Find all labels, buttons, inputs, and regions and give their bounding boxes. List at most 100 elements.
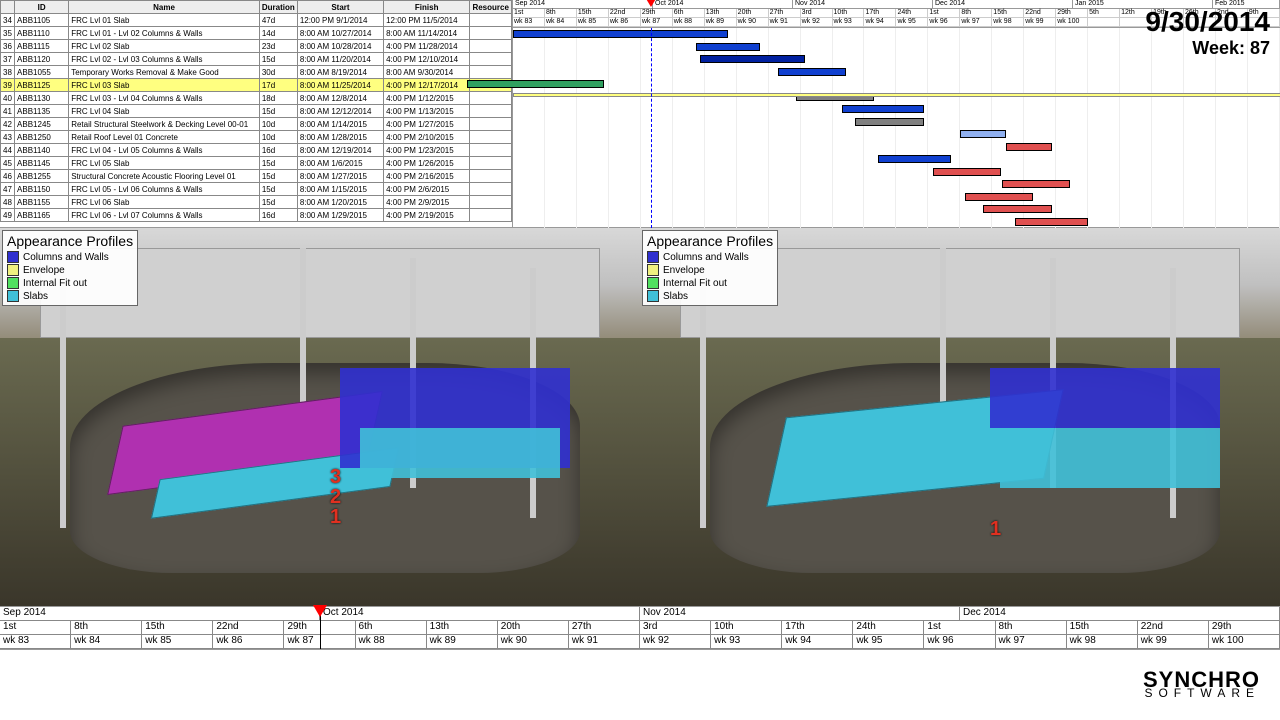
3d-viewport-right[interactable]: Appearance Profiles Columns and WallsEnv… (640, 228, 1280, 606)
cell: ABB1120 (15, 53, 69, 66)
gantt-bar[interactable] (513, 93, 1280, 97)
legend-item: Internal Fit out (7, 277, 133, 289)
cell (470, 27, 512, 40)
cell: Structural Concrete Acoustic Flooring Le… (69, 170, 260, 183)
gantt-bar[interactable] (965, 193, 1033, 201)
cell (470, 131, 512, 144)
timeline-now-marker-icon[interactable] (313, 605, 327, 617)
week-label: wk 86 (609, 18, 641, 27)
day-label: 22nd (609, 9, 641, 18)
day-label: 15th (992, 9, 1024, 18)
task-row[interactable]: 37ABB1120FRC Lvl 02 - Lvl 03 Columns & W… (1, 53, 512, 66)
gantt-bar[interactable] (842, 105, 924, 113)
cell (470, 66, 512, 79)
legend-label: Envelope (23, 265, 65, 276)
cell: 46 (1, 170, 15, 183)
cell: ABB1130 (15, 92, 69, 105)
task-row[interactable]: 35ABB1110FRC Lvl 01 - Lvl 02 Columns & W… (1, 27, 512, 40)
week-label: wk 90 (737, 18, 769, 27)
task-row[interactable]: 34ABB1105FRC Lvl 01 Slab47d12:00 PM 9/1/… (1, 14, 512, 27)
cell (470, 183, 512, 196)
cell: 23d (259, 40, 297, 53)
cell: FRC Lvl 02 Slab (69, 40, 260, 53)
swatch-icon (7, 277, 19, 289)
bottom-timeline[interactable]: Sep 2014Oct 2014Nov 2014Dec 2014 1st8th1… (0, 606, 1280, 650)
week-label: wk 92 (801, 18, 833, 27)
cell: 4:00 PM 2/10/2015 (384, 131, 470, 144)
day-label: 15th (577, 9, 609, 18)
gantt-bar[interactable] (983, 205, 1051, 213)
task-row[interactable]: 40ABB1130FRC Lvl 03 - Lvl 04 Columns & W… (1, 92, 512, 105)
task-row[interactable]: 49ABB1165FRC Lvl 06 - Lvl 07 Columns & W… (1, 209, 512, 222)
now-marker-icon[interactable] (645, 0, 657, 7)
3d-viewport-left[interactable]: Appearance Profiles Columns and WallsEnv… (0, 228, 640, 606)
col-header[interactable]: Resource (470, 1, 512, 14)
gantt-bar[interactable] (778, 68, 846, 76)
task-row[interactable]: 41ABB1135FRC Lvl 04 Slab15d8:00 AM 12/12… (1, 105, 512, 118)
cell: 8:00 AM 1/15/2015 (297, 183, 383, 196)
week-label: wk 95 (896, 18, 928, 27)
day-label: 27th (769, 9, 801, 18)
cell: 4:00 PM 1/12/2015 (384, 92, 470, 105)
gantt-bar[interactable] (960, 130, 1006, 138)
day-label: 24th (853, 621, 924, 635)
week-label: wk 88 (673, 18, 705, 27)
col-header[interactable]: Finish (384, 1, 470, 14)
gantt-chart[interactable]: 9/30/2014 Week: 87 Sep 2014Oct 2014Nov 2… (513, 0, 1280, 227)
day-label: 17th (782, 621, 853, 635)
cell: FRC Lvl 01 Slab (69, 14, 260, 27)
task-row[interactable]: 38ABB1055Temporary Works Removal & Make … (1, 66, 512, 79)
date-text: 9/30/2014 (1145, 6, 1270, 38)
cell: 8:00 AM 11/14/2014 (384, 27, 470, 40)
col-header[interactable]: Name (69, 1, 260, 14)
now-line (651, 28, 652, 228)
task-row[interactable]: 48ABB1155FRC Lvl 06 Slab15d8:00 AM 1/20/… (1, 196, 512, 209)
cell: 16d (259, 144, 297, 157)
cell: 14d (259, 27, 297, 40)
cell: Retail Roof Level 01 Concrete (69, 131, 260, 144)
task-row[interactable]: 45ABB1145FRC Lvl 05 Slab15d8:00 AM 1/6/2… (1, 157, 512, 170)
day-label: 22nd (1024, 9, 1056, 18)
cell: ABB1110 (15, 27, 69, 40)
legend-item: Slabs (647, 290, 773, 302)
task-row[interactable]: 43ABB1250Retail Roof Level 01 Concrete10… (1, 131, 512, 144)
week-label: wk 83 (0, 635, 71, 649)
gantt-bar[interactable] (1015, 218, 1088, 226)
task-row[interactable]: 39ABB1125FRC Lvl 03 Slab17d8:00 AM 11/25… (1, 79, 512, 92)
week-label: wk 89 (427, 635, 498, 649)
legend-title: Appearance Profiles (7, 233, 133, 249)
gantt-bar[interactable] (855, 118, 923, 126)
synchro-logo: SYNCHRO SOFTWARE (1143, 671, 1260, 698)
task-row[interactable]: 44ABB1140FRC Lvl 04 - Lvl 05 Columns & W… (1, 144, 512, 157)
cell: 8:00 AM 11/20/2014 (297, 53, 383, 66)
cell: ABB1105 (15, 14, 69, 27)
col-header[interactable]: Start (297, 1, 383, 14)
gantt-bar[interactable] (700, 55, 805, 63)
week-label: wk 98 (992, 18, 1024, 27)
gantt-bar[interactable] (1006, 143, 1052, 151)
cell (470, 209, 512, 222)
cell: 8:00 AM 12/19/2014 (297, 144, 383, 157)
cell (470, 14, 512, 27)
gantt-bar[interactable] (467, 80, 604, 88)
task-row[interactable]: 42ABB1245Retail Structural Steelwork & D… (1, 118, 512, 131)
gantt-bar[interactable] (513, 30, 728, 38)
cell: 4:00 PM 1/26/2015 (384, 157, 470, 170)
gantt-bar[interactable] (696, 43, 760, 51)
gantt-bar[interactable] (933, 168, 1001, 176)
cell: ABB1145 (15, 157, 69, 170)
day-label: 1st (928, 9, 960, 18)
gantt-bar[interactable] (1002, 180, 1070, 188)
col-header[interactable]: Duration (259, 1, 297, 14)
task-row[interactable]: 36ABB1115FRC Lvl 02 Slab23d8:00 AM 10/28… (1, 40, 512, 53)
task-table[interactable]: IDNameDurationStartFinishResource 34ABB1… (0, 0, 513, 227)
footer: SYNCHRO SOFTWARE (0, 650, 1280, 720)
swatch-icon (647, 264, 659, 276)
legend-item: Columns and Walls (647, 251, 773, 263)
gantt-bar[interactable] (878, 155, 951, 163)
task-row[interactable]: 46ABB1255Structural Concrete Acoustic Fl… (1, 170, 512, 183)
col-header[interactable] (1, 1, 15, 14)
task-row[interactable]: 47ABB1150FRC Lvl 05 - Lvl 06 Columns & W… (1, 183, 512, 196)
col-header[interactable]: ID (15, 1, 69, 14)
legend-label: Slabs (23, 291, 48, 302)
